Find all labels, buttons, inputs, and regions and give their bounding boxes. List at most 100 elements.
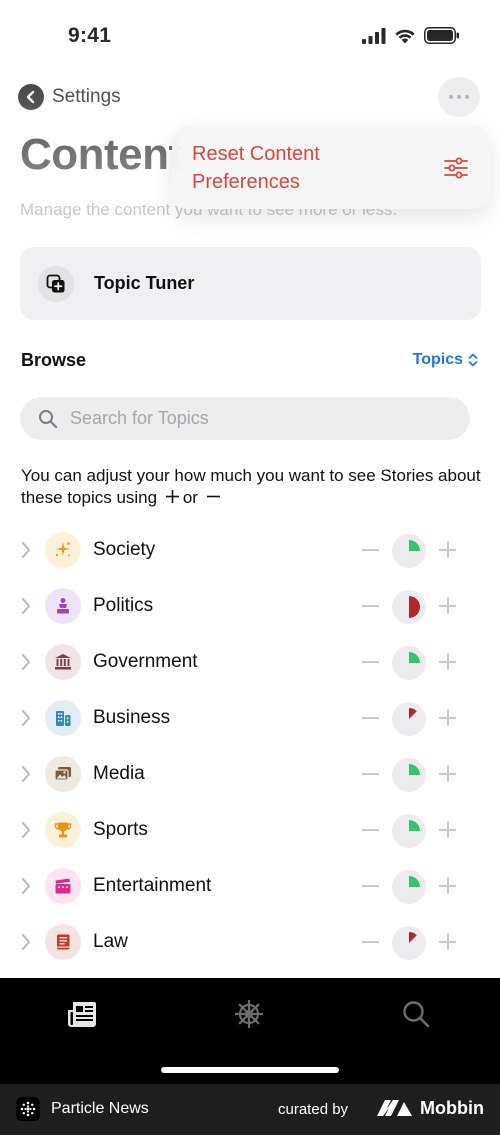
battery-icon [424,27,459,44]
topic-tuner-card[interactable]: Topic Tuner [20,247,481,320]
search-icon [403,1001,430,1028]
reset-preferences-menu-item[interactable]: Reset Content Preferences [172,126,490,209]
preference-level-gauge [392,702,426,736]
chevron-right-icon[interactable] [20,708,32,728]
newspaper-icon [68,1002,96,1027]
increase-button[interactable] [439,597,456,614]
decrease-button[interactable] [362,717,379,719]
info-text-mid: or [182,488,198,507]
search-bar[interactable] [20,397,470,440]
topic-row[interactable]: Society [0,522,500,578]
footer-app-name: Particle News [51,1100,149,1117]
search-input[interactable] [70,408,430,429]
more-options-button[interactable] [438,77,480,117]
topic-row[interactable]: Law [0,914,500,970]
chevron-right-icon[interactable] [20,876,32,896]
tab-explore[interactable] [229,996,269,1032]
topic-row[interactable]: Sports [0,802,500,858]
decrease-button[interactable] [362,661,379,663]
preference-level-gauge [392,590,426,624]
increase-button[interactable] [439,541,456,558]
topic-label: Government [93,651,198,672]
photos-icon [45,756,81,792]
preference-level-gauge [392,758,426,792]
minus-icon [206,495,220,498]
back-button[interactable] [18,84,44,110]
topic-tuner-icon [38,265,74,302]
tab-news[interactable] [62,996,102,1032]
preference-level-gauge [392,814,426,848]
trophy-icon [45,812,81,848]
topic-row[interactable]: Media [0,746,500,802]
building-columns-icon [45,644,81,680]
decrease-button[interactable] [362,885,379,887]
topic-label: Media [93,763,145,784]
wifi-icon [395,29,415,43]
chevron-up-down-icon [468,353,478,367]
ellipsis-icon [457,95,461,99]
chevron-right-icon[interactable] [20,596,32,616]
increase-button[interactable] [439,933,456,950]
decrease-button[interactable] [362,941,379,943]
ellipsis-icon [449,95,453,99]
preference-level-gauge [392,646,426,680]
podium-icon [45,588,81,624]
topic-label: Society [93,539,156,560]
reset-preferences-label: Reset Content Preferences [192,142,320,193]
topic-label: Law [93,931,128,952]
content-screen: 9:41 Settings Content Manage the content… [0,0,500,978]
preference-level-gauge [392,534,426,568]
law-book-icon [45,924,81,960]
clapperboard-icon [45,868,81,904]
decrease-button[interactable] [362,829,379,831]
sliders-icon [444,157,468,178]
topics-sort-label: Topics [412,351,463,368]
chevron-left-icon [26,90,35,104]
topic-label: Entertainment [93,875,212,896]
increase-button[interactable] [439,765,456,782]
sparkle-icon [45,532,81,568]
topic-label: Sports [93,819,148,840]
topic-row[interactable]: Business [0,690,500,746]
topic-row[interactable]: Politics [0,578,500,634]
chevron-right-icon[interactable] [20,540,32,560]
ship-wheel-icon [235,1000,263,1028]
chevron-right-icon[interactable] [20,820,32,840]
ellipsis-icon [465,95,469,99]
decrease-button[interactable] [362,549,379,551]
page-title: Content [20,130,183,179]
topic-row[interactable]: Government [0,634,500,690]
tab-search[interactable] [396,996,436,1032]
topic-label: Business [93,707,171,728]
office-building-icon [45,700,81,736]
search-icon [39,409,58,428]
particle-logo-icon [16,1097,40,1121]
chevron-right-icon[interactable] [20,652,32,672]
topics-sort-button[interactable]: Topics [413,351,478,369]
chevron-right-icon[interactable] [20,764,32,784]
topic-label: Politics [93,595,154,616]
browse-heading: Browse [21,350,87,370]
mobbin-brand: Mobbin [376,1097,484,1119]
home-indicator [161,1067,339,1073]
decrease-button[interactable] [362,773,379,775]
preference-level-gauge [392,926,426,960]
adjust-info-text: You can adjust your how much you want to… [21,465,481,509]
tab-bar [0,978,500,1084]
status-bar: 9:41 [0,0,500,70]
increase-button[interactable] [439,653,456,670]
mobbin-logo-icon [377,1100,412,1116]
topic-tuner-label: Topic Tuner [94,273,195,293]
preference-level-gauge [392,870,426,904]
back-label[interactable]: Settings [52,86,121,108]
increase-button[interactable] [439,877,456,894]
increase-button[interactable] [439,821,456,838]
signal-icon [362,27,386,44]
footer-curated-by: curated by [278,1101,349,1118]
status-time: 9:41 [68,24,112,47]
chevron-right-icon[interactable] [20,932,32,952]
topic-row[interactable]: Entertainment [0,858,500,914]
decrease-button[interactable] [362,605,379,607]
mobbin-label: Mobbin [420,1097,484,1118]
increase-button[interactable] [439,709,456,726]
